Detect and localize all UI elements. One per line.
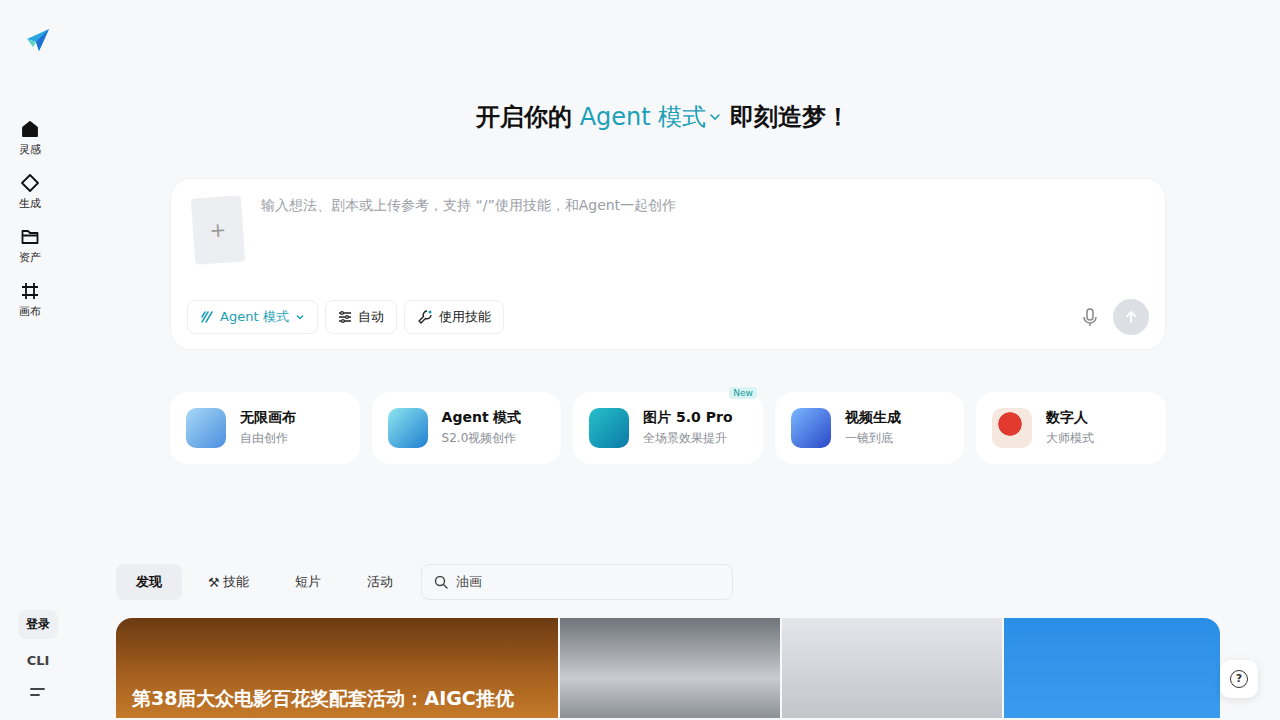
gallery-card[interactable] <box>1004 618 1220 718</box>
chevron-down-icon <box>708 110 722 124</box>
main: 开启你的 Agent 模式 即刻造梦！ + 输入想法、剧本或上传参考，支持 “/… <box>80 0 1280 720</box>
composer-chip[interactable]: 使用技能 <box>404 300 504 334</box>
search-icon <box>434 575 448 589</box>
microphone-icon <box>1081 307 1099 327</box>
chevron-down-icon <box>295 312 305 322</box>
send-button[interactable] <box>1113 299 1149 335</box>
tab[interactable]: 发现 <box>116 564 182 600</box>
canvas-icon <box>186 408 226 448</box>
feature-card[interactable]: 图片 5.0 Pro 全场景效果提升 New <box>573 392 763 464</box>
mode-switch[interactable]: Agent 模式 <box>580 100 723 134</box>
tools-icon: ⚒ <box>208 575 220 590</box>
feature-card[interactable]: 无限画布 自由创作 <box>170 392 360 464</box>
upload-button[interactable]: + <box>191 195 245 264</box>
tab[interactable]: 短片 <box>275 564 341 600</box>
sidebar: 灵感 生成 资产 画布 登录 CLI <box>0 0 80 720</box>
feature-card[interactable]: 视频生成 一镜到底 <box>775 392 965 464</box>
home-icon <box>20 119 40 139</box>
nav-item[interactable]: 生成 <box>0 173 60 211</box>
video-icon <box>791 408 831 448</box>
tab-bar: 发现⚒ 技能 短片 活动 油画 <box>116 564 1220 600</box>
logo-icon[interactable] <box>25 27 51 53</box>
sliders-icon <box>338 310 352 324</box>
login-button[interactable]: 登录 <box>18 610 58 639</box>
mic-button[interactable] <box>1081 307 1099 327</box>
cli-button[interactable]: CLI <box>27 653 50 668</box>
gallery-card[interactable] <box>782 618 1002 718</box>
canvas-icon <box>20 281 40 301</box>
feature-card[interactable]: 数字人 大师模式 <box>976 392 1166 464</box>
feature-list: 无限画布 自由创作 Agent 模式 S2.0视频创作 图片 5.0 Pro 全… <box>170 392 1166 464</box>
composer: + 输入想法、剧本或上传参考，支持 “/”使用技能，和Agent一起创作 Age… <box>170 178 1166 350</box>
nav-item[interactable]: 灵感 <box>0 119 60 157</box>
gallery-card[interactable]: 第38届大众电影百花奖配套活动：AIGC推优 <box>116 618 558 718</box>
heading: 开启你的 Agent 模式 即刻造梦！ <box>116 100 1220 134</box>
search-field[interactable]: 油画 <box>421 564 733 600</box>
nav-item[interactable]: 画布 <box>0 281 60 319</box>
arrow-up-icon <box>1123 309 1139 325</box>
folder-icon <box>20 227 40 247</box>
page: 灵感 生成 资产 画布 登录 CLI 开启你的 Agent 模式 即刻造梦！ +… <box>0 0 1280 720</box>
agent-icon <box>388 408 428 448</box>
wrench-icon <box>417 309 433 325</box>
prompt-input[interactable]: 输入想法、剧本或上传参考，支持 “/”使用技能，和Agent一起创作 <box>261 197 676 215</box>
avatar-icon <box>992 408 1032 448</box>
composer-chip[interactable]: 自动 <box>325 300 397 334</box>
tab[interactable]: ⚒ 技能 <box>188 564 269 600</box>
help-button[interactable]: ? <box>1220 660 1258 698</box>
menu-button[interactable] <box>26 682 50 702</box>
nav: 灵感 生成 资产 画布 <box>20 119 60 319</box>
nav-item[interactable]: 资产 <box>0 227 60 265</box>
gallery-card[interactable] <box>560 618 780 718</box>
feature-card[interactable]: Agent 模式 S2.0视频创作 <box>372 392 562 464</box>
gallery: 第38届大众电影百花奖配套活动：AIGC推优 <box>116 618 1220 718</box>
new-badge: New <box>729 387 757 399</box>
composer-chip[interactable]: Agent 模式 <box>187 300 318 334</box>
tab[interactable]: 活动 <box>347 564 413 600</box>
image-icon <box>589 408 629 448</box>
agent-icon <box>200 310 214 324</box>
diamond-icon <box>20 173 40 193</box>
menu-icon <box>30 686 46 698</box>
